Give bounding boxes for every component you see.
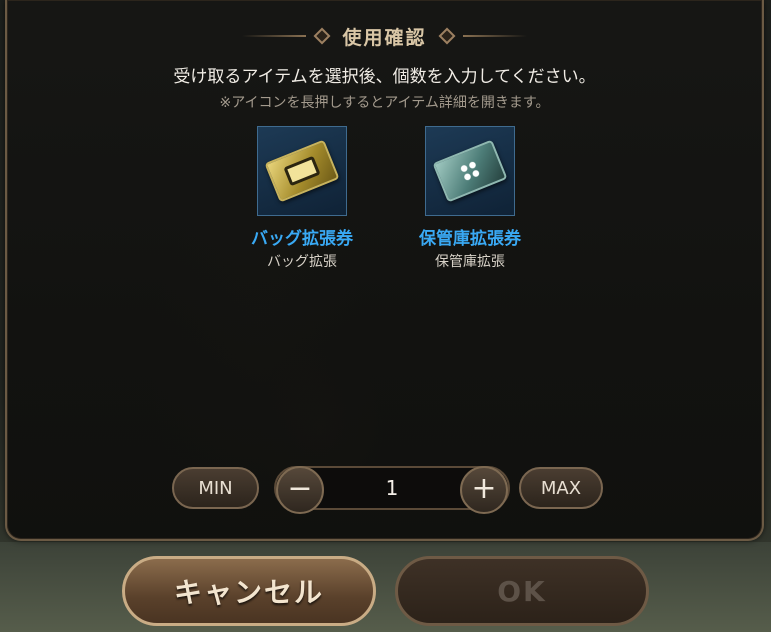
item-subtitle: バッグ拡張 bbox=[267, 254, 337, 270]
storage-expansion-ticket-icon[interactable] bbox=[425, 126, 515, 216]
decrement-button[interactable]: − bbox=[276, 466, 324, 514]
game-background-lower bbox=[0, 542, 771, 632]
use-confirm-dialog: 使用確認 受け取るアイテムを選択後、個数を入力してください。 ※アイコンを長押し… bbox=[5, 0, 764, 541]
item-name: 保管庫拡張券 bbox=[419, 229, 521, 249]
ok-button[interactable]: OK bbox=[395, 556, 649, 626]
instruction-text: 受け取るアイテムを選択後、個数を入力してください。 bbox=[173, 67, 596, 87]
diamond-ornament-icon bbox=[313, 27, 331, 45]
gold-ticket-icon bbox=[264, 139, 340, 203]
item-option-bag[interactable]: バッグ拡張券 バッグ拡張 bbox=[217, 126, 387, 271]
min-button[interactable]: MIN bbox=[172, 467, 259, 509]
diamond-ornament-icon bbox=[438, 27, 455, 45]
bag-expansion-ticket-icon[interactable] bbox=[257, 126, 347, 216]
item-name: バッグ拡張券 bbox=[251, 229, 353, 249]
teal-ticket-icon bbox=[432, 139, 508, 203]
item-option-storage[interactable]: 保管庫拡張券 保管庫拡張 bbox=[385, 126, 555, 271]
ticket-emblem-icon bbox=[283, 155, 321, 187]
quantity-value[interactable]: 1 bbox=[326, 468, 458, 508]
item-subtitle: 保管庫拡張 bbox=[435, 254, 505, 270]
quantity-stepper: − 1 + bbox=[274, 466, 510, 514]
max-button[interactable]: MAX bbox=[519, 467, 603, 509]
title-ornament-right bbox=[462, 35, 527, 37]
ticket-grid-emblem-icon bbox=[458, 159, 482, 183]
dialog-title: 使用確認 bbox=[342, 26, 427, 49]
dialog-title-row: 使用確認 bbox=[7, 22, 762, 50]
cancel-button[interactable]: キャンセル bbox=[122, 556, 376, 626]
note-text: ※アイコンを長押しするとアイテム詳細を開きます。 bbox=[219, 95, 550, 111]
increment-button[interactable]: + bbox=[460, 466, 508, 514]
title-ornament-left bbox=[242, 35, 307, 37]
